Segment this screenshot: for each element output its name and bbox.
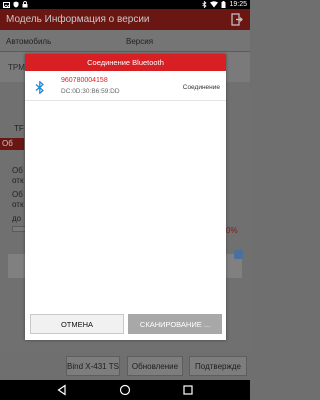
bg-text: Об [12, 166, 23, 175]
shield-icon [13, 1, 19, 8]
confirm-button[interactable]: Подтвержде [189, 356, 247, 376]
exit-icon[interactable] [231, 13, 243, 26]
bluetooth-icon [35, 81, 44, 94]
bg-text: отк [12, 200, 24, 209]
row-label: TPM [8, 63, 25, 72]
device-status: Соединение [182, 84, 220, 91]
bg-text: Об [12, 190, 23, 199]
cancel-button[interactable]: ОТМЕНА [30, 314, 124, 334]
device-name: 960780004158 [61, 77, 108, 84]
page-title: Модель Информация о версии [6, 14, 150, 25]
column-header-vehicle: Автомобиль [6, 37, 52, 46]
back-icon[interactable] [56, 384, 68, 396]
bg-red-label: Об [0, 138, 24, 150]
lock-icon [22, 1, 28, 8]
battery-icon [221, 1, 226, 8]
recents-icon[interactable] [182, 384, 194, 396]
bg-text: до [12, 214, 22, 223]
progress-percent: 0% [226, 226, 238, 235]
bluetooth-dialog: Соединение Bluetooth 960780004158 DC:0D:… [25, 54, 226, 340]
clock: 19:25 [229, 1, 247, 8]
scan-button[interactable]: СКАНИРОВАНИЕ ... [128, 314, 222, 334]
app-bar: Модель Информация о версии [0, 9, 250, 30]
update-button[interactable]: Обновление [127, 356, 183, 376]
bottom-toolbar: Bind X-431 TS Обновление Подтвержде [0, 352, 250, 380]
bg-label: TF [14, 124, 24, 133]
image-icon [3, 1, 10, 8]
home-icon[interactable] [119, 384, 131, 396]
column-header-version: Версия [126, 37, 154, 46]
dialog-title: Соединение Bluetooth [25, 54, 226, 71]
status-bar: 19:25 [0, 0, 250, 9]
device-list-item[interactable]: 960780004158 DC:0D:30:B6:59:DD Соединени… [25, 73, 226, 101]
navigation-bar [0, 380, 250, 400]
table-header: Автомобиль Версия [0, 30, 250, 52]
progress-bar [12, 226, 26, 232]
device-mac: DC:0D:30:B6:59:DD [61, 88, 120, 95]
info-icon [234, 250, 243, 259]
bluetooth-icon [202, 1, 207, 8]
bind-button[interactable]: Bind X-431 TS [66, 356, 120, 376]
bg-text: отк [12, 176, 24, 185]
wifi-icon [210, 1, 218, 8]
